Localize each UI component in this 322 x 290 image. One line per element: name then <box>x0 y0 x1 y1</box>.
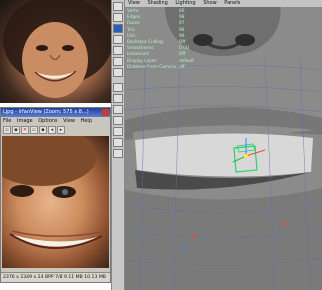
hud-label: Backface Culling: <box>127 40 165 46</box>
reference-photo-top <box>0 0 111 103</box>
panel-menu-lighting[interactable]: Lighting <box>175 0 195 6</box>
layout-hypershade-icon[interactable] <box>113 138 123 147</box>
viewer-toolbar: ▫ ▪ ✕ ▫ ▪ ◂ ▸ <box>1 125 110 135</box>
manipulator-center[interactable] <box>244 154 248 158</box>
menu-options[interactable]: Options <box>38 118 57 124</box>
image-viewer-window: Ljpg - IrfanView (Zoom: 575 x 8...) File… <box>0 107 111 283</box>
hud-label: Tris: <box>127 27 136 33</box>
menu-help[interactable]: Help <box>81 118 92 124</box>
paste-icon[interactable]: ▪ <box>39 126 47 134</box>
delete-icon[interactable]: ✕ <box>21 126 29 134</box>
layout-four-icon[interactable] <box>113 94 123 103</box>
layout-script-icon[interactable] <box>113 149 123 158</box>
menu-view[interactable]: View <box>63 118 75 124</box>
close-icon[interactable] <box>102 109 109 116</box>
hud-label: Smoothness: <box>127 46 155 52</box>
open-icon[interactable]: ▫ <box>3 126 11 134</box>
menu-file[interactable]: File <box>3 118 11 124</box>
last-tool-icon[interactable] <box>113 68 123 77</box>
manip-tool-icon[interactable] <box>113 57 123 66</box>
panel-menu-shading[interactable]: Shading <box>147 0 167 6</box>
panel-menu-panels[interactable]: Panels <box>224 0 240 6</box>
panel-menu-show[interactable]: Show <box>203 0 217 6</box>
viewer-photo <box>2 136 109 268</box>
scale-tool-icon[interactable] <box>113 46 123 55</box>
viewer-status-bar: 2376 x 2349 x 24 BPP 7/8 9.11 MB 10.13 M… <box>1 272 110 282</box>
lasso-tool-icon[interactable] <box>113 13 123 22</box>
reference-photo-top-art <box>3 0 111 98</box>
copy-icon[interactable]: ▫ <box>30 126 38 134</box>
layout-persp-icon[interactable] <box>113 105 123 114</box>
menu-image[interactable]: Image <box>17 118 33 124</box>
layout-graph-icon[interactable] <box>113 127 123 136</box>
hud-label: Display Layer: <box>127 58 158 64</box>
move-tool-icon[interactable] <box>113 24 123 33</box>
prev-icon[interactable]: ◂ <box>48 126 56 134</box>
viewer-title: Ljpg - IrfanView (Zoom: 575 x 8...) <box>1 108 110 117</box>
hud-value: off <box>179 64 185 70</box>
hud-label: Instanced: <box>127 52 150 58</box>
hud-label: UVs: <box>127 33 137 39</box>
select-tool-icon[interactable] <box>113 2 123 11</box>
layout-outliner-icon[interactable] <box>113 116 123 125</box>
hud-label: Edges: <box>127 15 142 21</box>
save-icon[interactable]: ▪ <box>12 126 20 134</box>
hud-label: Distance From Camera: <box>127 64 178 70</box>
layout-single-icon[interactable] <box>113 83 123 92</box>
3d-viewport[interactable]: View Shading Lighting Show Panels Verts:… <box>125 0 322 290</box>
panel-menu-bar: View Shading Lighting Show Panels <box>125 0 322 7</box>
hud-label: Faces: <box>127 21 141 27</box>
heads-up-display: Verts: 66 Edges: 98 Faces: 97 Tris: 96 UVs: 9… <box>127 9 197 71</box>
rotate-tool-icon[interactable] <box>113 35 123 44</box>
viewer-menu-bar: File Image Options View Help <box>1 117 110 125</box>
tool-box <box>111 0 125 290</box>
panel-menu-view[interactable]: View <box>128 0 140 6</box>
hud-label: Verts: <box>127 9 140 14</box>
next-icon[interactable]: ▸ <box>57 126 65 134</box>
viewer-photo-art <box>2 136 103 249</box>
